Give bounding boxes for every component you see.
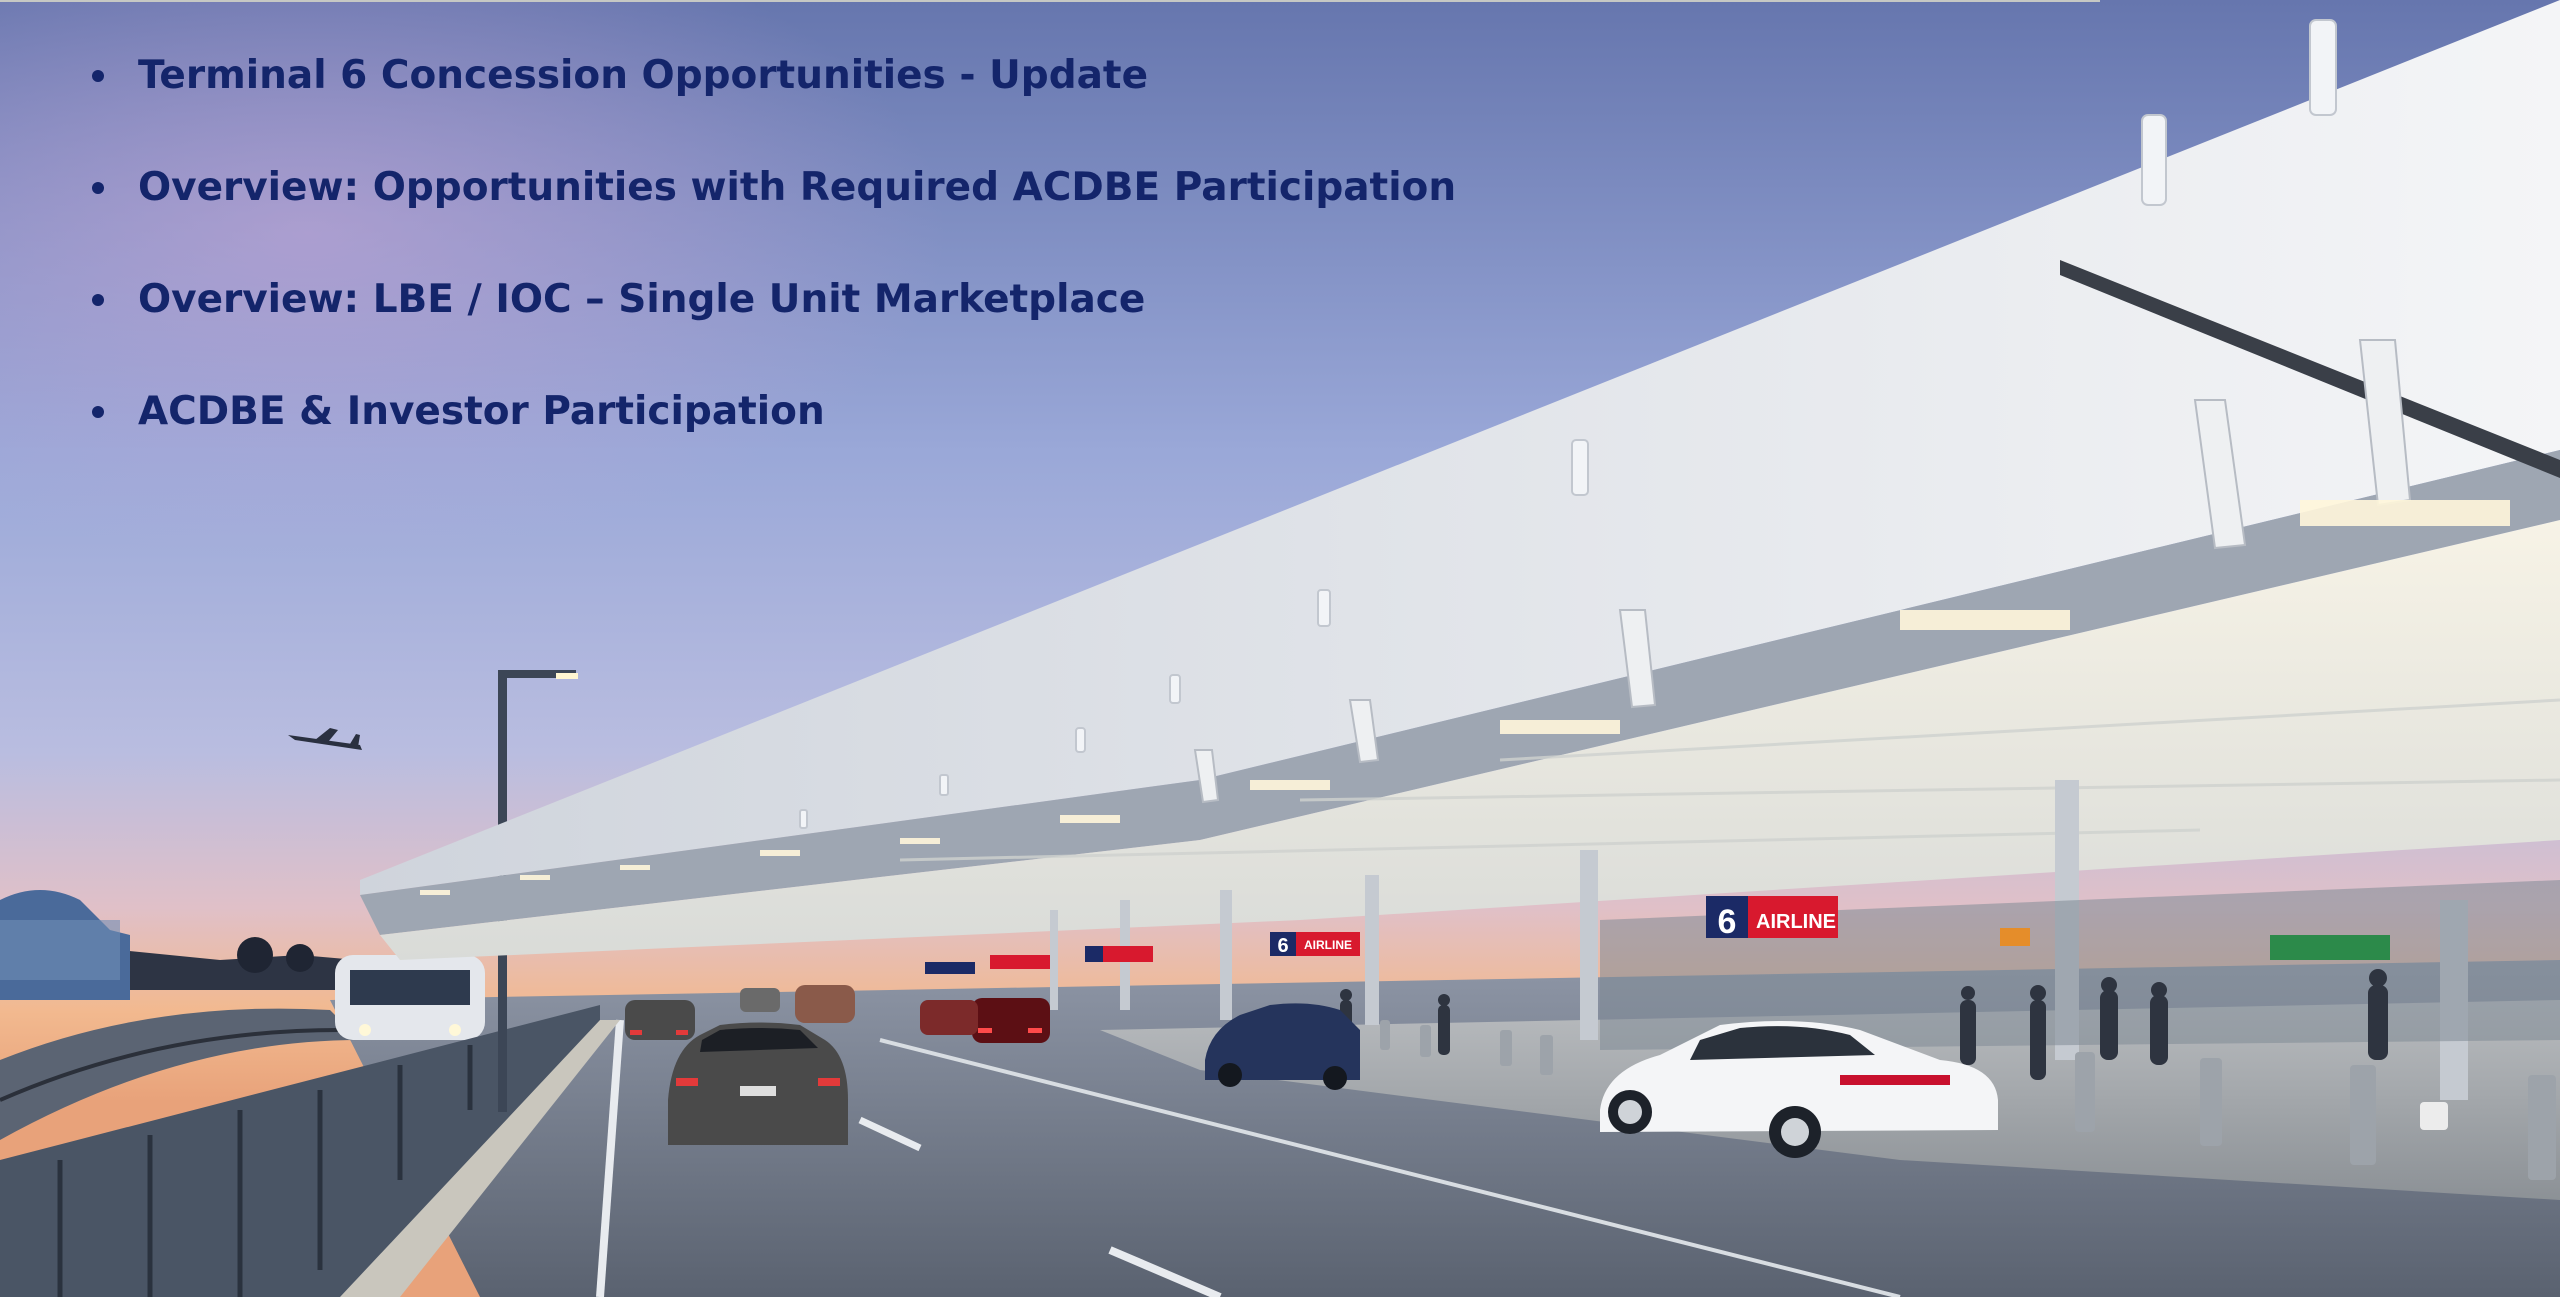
agenda-item: Overview: Opportunities with Required AC… bbox=[88, 156, 1456, 268]
agenda-item-text: Overview: Opportunities with Required AC… bbox=[138, 165, 1457, 210]
svg-text:6: 6 bbox=[1277, 935, 1288, 957]
agenda-item: Overview: LBE / IOC – Single Unit Market… bbox=[88, 268, 1456, 380]
agenda-item: Terminal 6 Concession Opportunities - Up… bbox=[88, 44, 1456, 156]
svg-text:AIRLINE: AIRLINE bbox=[1304, 938, 1352, 952]
bullet-dot-icon bbox=[92, 406, 104, 418]
bullet-dot-icon bbox=[92, 182, 104, 194]
svg-text:AIRLINE: AIRLINE bbox=[1756, 911, 1836, 933]
agenda-item-text: Overview: LBE / IOC – Single Unit Market… bbox=[138, 277, 1146, 322]
grey-sedan bbox=[668, 1022, 848, 1145]
terminal-sign-large: 6 AIRLINE bbox=[1706, 896, 1838, 941]
agenda-item-text: Terminal 6 Concession Opportunities - Up… bbox=[138, 53, 1149, 98]
bullet-dot-icon bbox=[92, 70, 104, 82]
agenda-item: ACDBE & Investor Participation bbox=[88, 380, 1456, 492]
svg-text:6: 6 bbox=[1718, 903, 1737, 941]
agenda-item-text: ACDBE & Investor Participation bbox=[138, 389, 825, 434]
terminal-sign-medium: 6 AIRLINE bbox=[1270, 932, 1360, 957]
agenda-bullet-list: Terminal 6 Concession Opportunities - Up… bbox=[88, 44, 1456, 492]
bullet-dot-icon bbox=[92, 294, 104, 306]
